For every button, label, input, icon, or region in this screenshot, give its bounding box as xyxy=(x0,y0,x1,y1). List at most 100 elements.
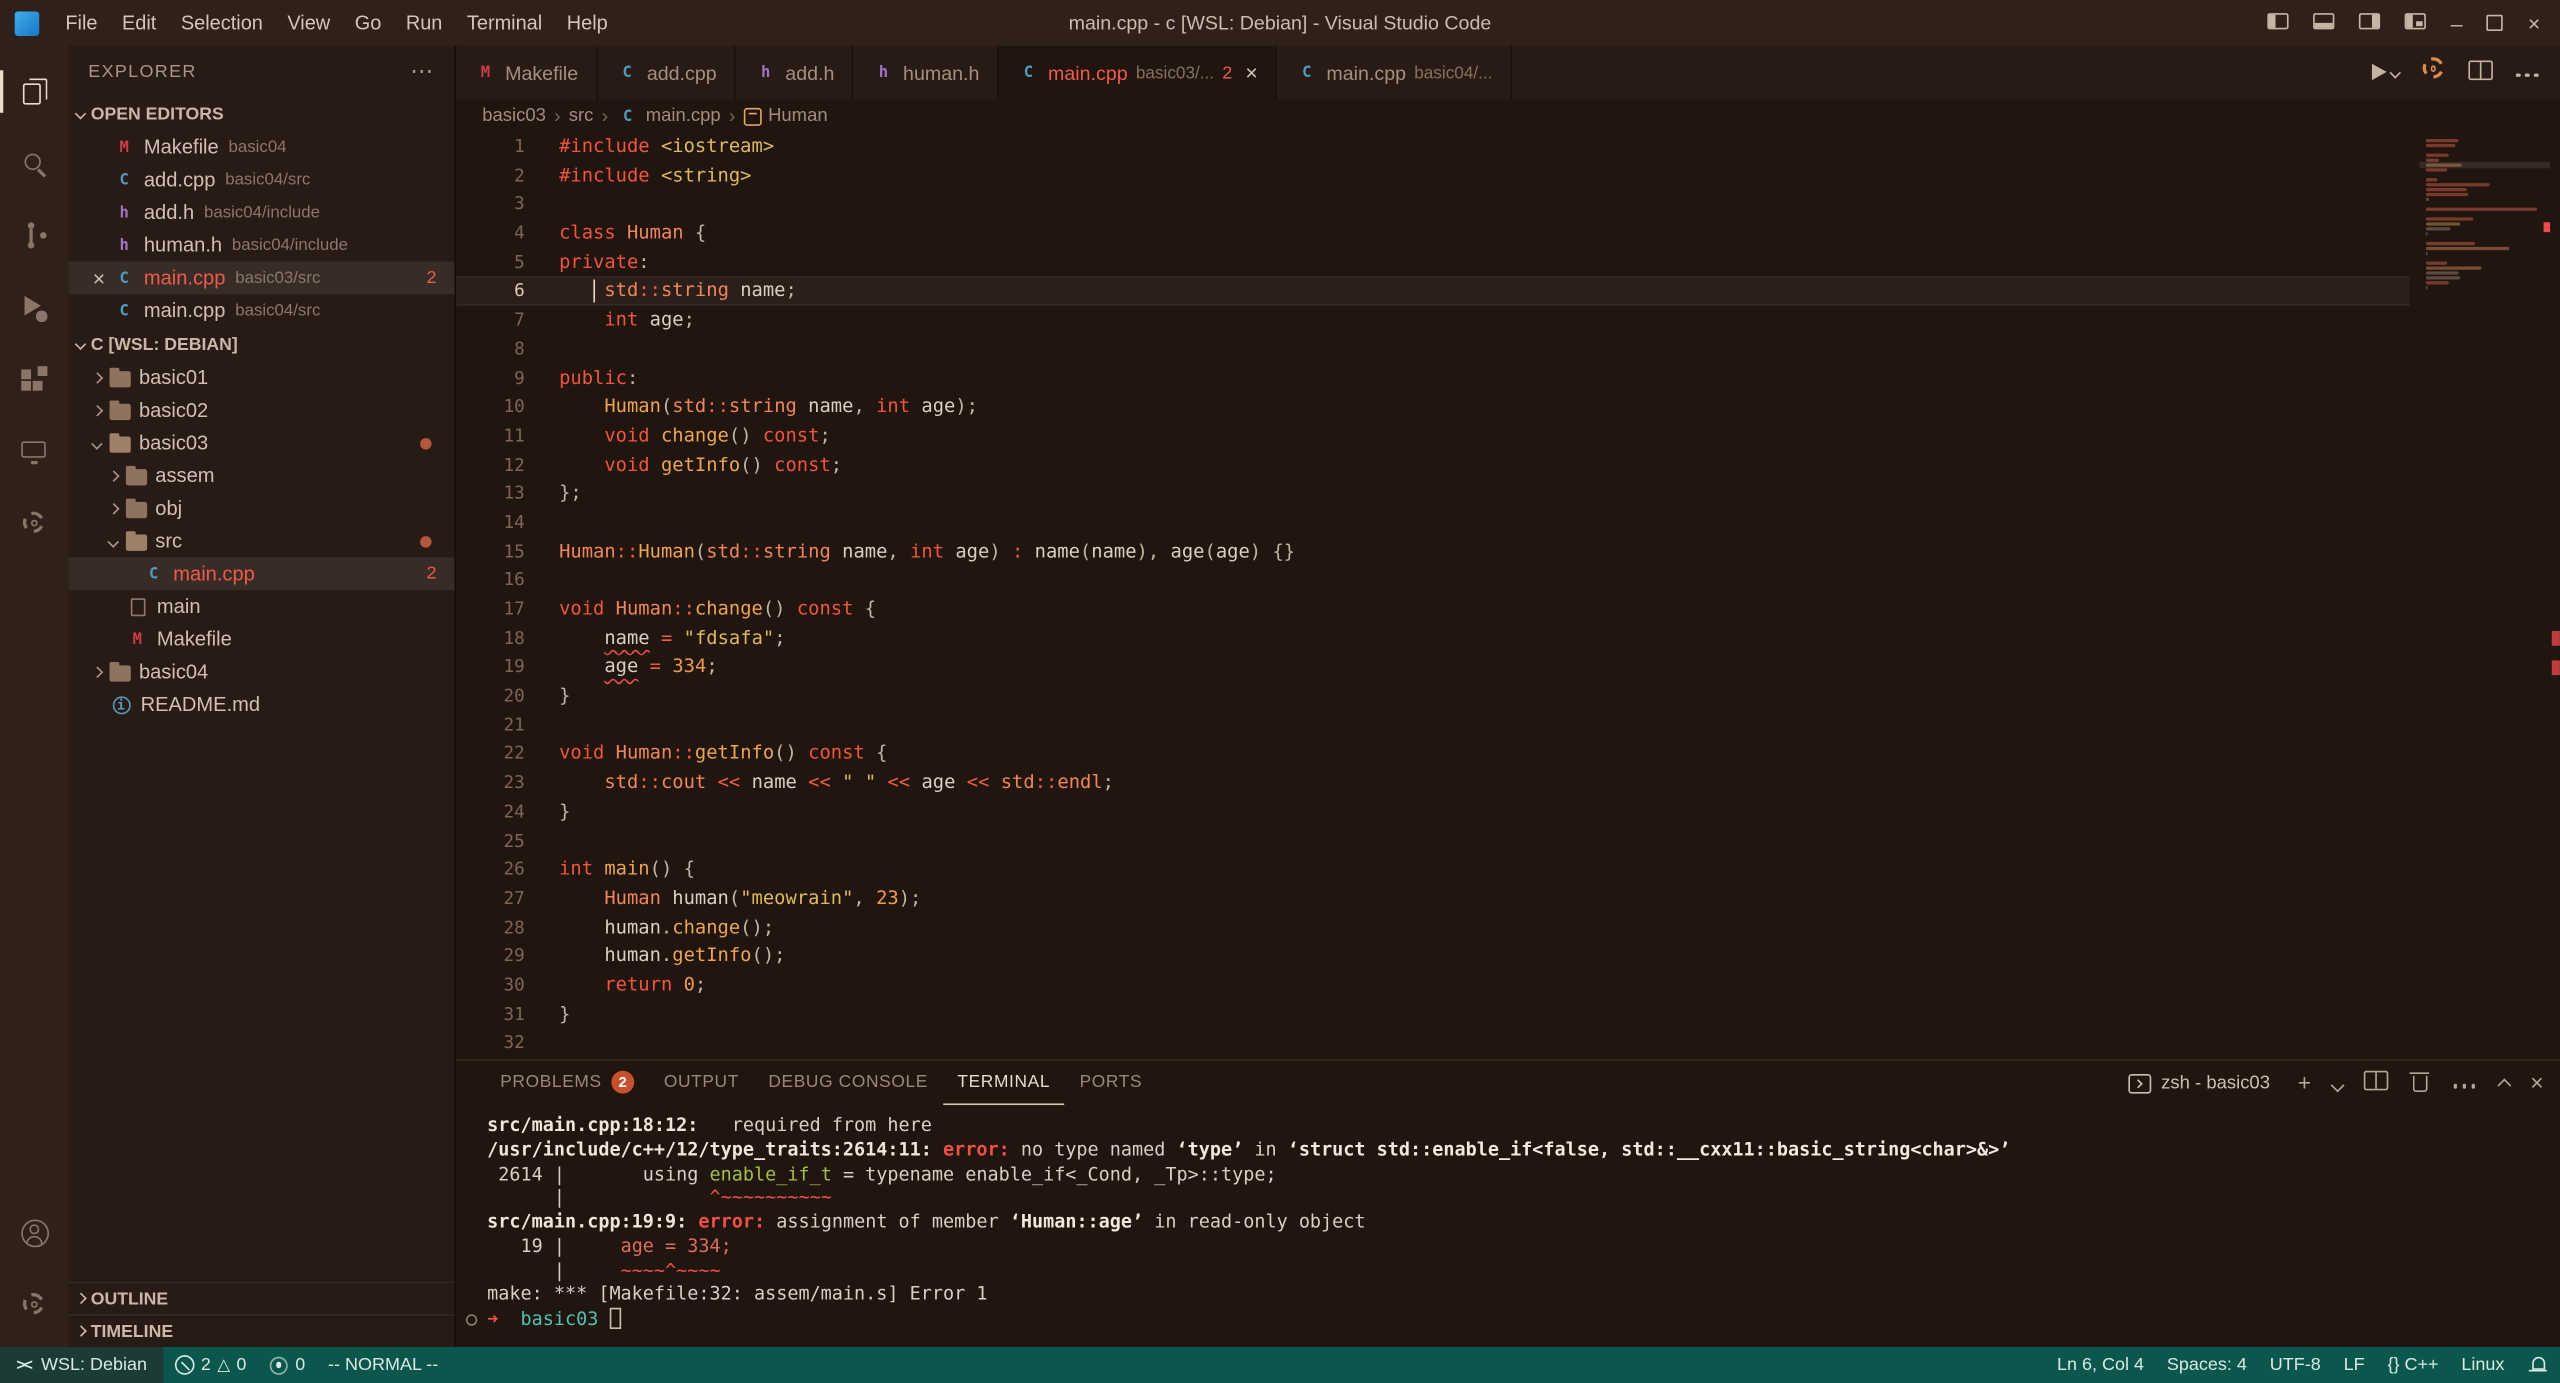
line-number[interactable]: 17 xyxy=(456,595,524,624)
tab-main-cpp[interactable]: Cmain.cpp basic04/... xyxy=(1277,45,1513,100)
ports-status[interactable]: 0 xyxy=(258,1347,317,1383)
line-number[interactable]: 9 xyxy=(456,364,525,393)
line-number[interactable]: 7 xyxy=(456,306,525,335)
tree-item-main[interactable]: main xyxy=(69,590,455,623)
close-editor-icon[interactable]: × xyxy=(85,266,113,291)
code-editor[interactable]: 1 #include <iostream> 2 #include <string> 3 4… xyxy=(456,132,2560,1060)
line-number[interactable]: 27 xyxy=(456,884,524,913)
line-number[interactable]: 14 xyxy=(456,508,524,537)
eol[interactable]: LF xyxy=(2332,1347,2376,1383)
code-line[interactable]: 7 int age; xyxy=(456,306,2409,335)
open-editor-item[interactable]: × Cmain.cpp basic03/src 2 xyxy=(68,261,455,295)
code-line[interactable]: 32 xyxy=(456,1029,2409,1058)
tab-add-h[interactable]: h add.h xyxy=(736,45,855,100)
line-number[interactable]: 12 xyxy=(456,450,524,479)
remote-indicator[interactable]: >< WSL: Debian xyxy=(0,1346,164,1383)
maximize-button[interactable] xyxy=(2487,12,2504,33)
code-line[interactable]: 28 human.change(); xyxy=(456,913,2409,942)
menu-run[interactable]: Run xyxy=(394,7,453,40)
menu-help[interactable]: Help xyxy=(555,7,619,40)
line-number[interactable]: 25 xyxy=(456,826,524,855)
workspace-header[interactable]: C [WSL: DEBIAN] xyxy=(69,327,455,361)
line-number[interactable]: 10 xyxy=(456,393,524,422)
line-number[interactable]: 6 xyxy=(456,277,525,306)
tree-item-basic01[interactable]: basic01 xyxy=(69,361,455,394)
action-terminal-more-actions[interactable] xyxy=(2452,1071,2478,1096)
line-number[interactable]: 2 xyxy=(456,161,525,190)
tree-item-main-cpp[interactable]: Cmain.cpp 2 xyxy=(68,557,455,591)
code-line[interactable]: 8 xyxy=(456,335,2409,364)
tree-item-basic04[interactable]: basic04 xyxy=(69,656,455,689)
action-editor-more-actions[interactable] xyxy=(2514,58,2540,87)
action-maximize-panel[interactable] xyxy=(2497,1071,2511,1096)
line-number[interactable]: 5 xyxy=(456,248,525,277)
toggle-layout-panel-button[interactable] xyxy=(2313,11,2335,34)
tab-human-h[interactable]: h human.h xyxy=(854,45,1000,100)
close-window-button[interactable]: × xyxy=(2528,12,2540,33)
open-editor-item[interactable]: Cadd.cpp basic04/src xyxy=(69,163,455,196)
panel-tab-ports[interactable]: PORTS xyxy=(1065,1061,1157,1105)
tree-item-basic02[interactable]: basic02 xyxy=(69,394,455,427)
code-line[interactable]: 5 private: xyxy=(456,248,2409,277)
activity-item-manage[interactable] xyxy=(0,1269,69,1341)
terminal[interactable]: src/main.cpp:18:12: required from here/u… xyxy=(456,1105,2560,1347)
code-line[interactable]: 25 xyxy=(456,826,2409,855)
line-number[interactable]: 30 xyxy=(456,971,524,1000)
activity-item-tools[interactable] xyxy=(0,487,69,559)
line-number[interactable]: 3 xyxy=(456,190,525,219)
line-number[interactable]: 32 xyxy=(456,1029,524,1058)
line-number[interactable]: 19 xyxy=(456,653,524,682)
line-number[interactable]: 11 xyxy=(456,422,524,451)
menu-go[interactable]: Go xyxy=(343,7,392,40)
cursor-position[interactable]: Ln 6, Col 4 xyxy=(2046,1347,2156,1383)
tree-item-obj[interactable]: obj xyxy=(69,492,455,525)
panel-tab-debug-console[interactable]: DEBUG CONSOLE xyxy=(754,1061,943,1105)
tree-item-basic03[interactable]: basic03 xyxy=(69,427,455,460)
menu-file[interactable]: File xyxy=(54,7,109,40)
activity-item-run-and-debug[interactable] xyxy=(0,271,69,343)
menu-selection[interactable]: Selection xyxy=(169,7,274,40)
code-line[interactable]: 15 Human::Human(std::string name, int age… xyxy=(456,537,2409,566)
code-line[interactable]: 26 int main() { xyxy=(456,855,2409,884)
menu-view[interactable]: View xyxy=(276,7,342,40)
line-number[interactable]: 16 xyxy=(456,566,524,595)
action-cpp-build-config[interactable] xyxy=(2419,55,2447,91)
line-number[interactable]: 29 xyxy=(456,942,524,971)
tree-item-makefile[interactable]: M Makefile xyxy=(69,623,455,656)
line-number[interactable]: 8 xyxy=(456,335,525,364)
toggle-layout-custom-button[interactable] xyxy=(2404,11,2427,34)
code-line[interactable]: 22 void Human::getInfo() const { xyxy=(456,740,2409,769)
outline-section[interactable]: OUTLINE xyxy=(68,1281,455,1315)
line-number[interactable]: 13 xyxy=(456,479,524,508)
code-line[interactable]: 11 void change() const; xyxy=(456,422,2409,451)
action-run-cpp-file[interactable] xyxy=(2368,61,2400,84)
action-terminal-picker[interactable] xyxy=(2330,1071,2345,1096)
menu-edit[interactable]: Edit xyxy=(111,7,168,40)
notifications-bell[interactable] xyxy=(2516,1347,2560,1383)
code-line[interactable]: 24} xyxy=(456,797,2409,826)
code-line[interactable]: 6 std::string name; xyxy=(456,276,2410,306)
minimize-button[interactable]: – xyxy=(2451,12,2463,33)
line-number[interactable]: 1 xyxy=(456,132,525,161)
line-number[interactable]: 26 xyxy=(456,855,524,884)
line-number[interactable]: 23 xyxy=(456,769,524,798)
line-number[interactable]: 20 xyxy=(456,682,524,711)
timeline-section[interactable]: TIMELINE xyxy=(68,1314,455,1347)
activity-item-source-control[interactable] xyxy=(0,199,69,271)
tab-main-cpp[interactable]: Cmain.cpp basic03/... 2 × xyxy=(999,45,1278,100)
code-line[interactable]: 19 age = 334; xyxy=(456,653,2409,682)
line-number[interactable]: 18 xyxy=(456,624,524,653)
panel-tab-terminal[interactable]: TERMINAL xyxy=(942,1061,1065,1106)
breadcrumb-item-human[interactable]: Human xyxy=(743,106,828,126)
code-line[interactable]: 29 human.getInfo(); xyxy=(456,942,2409,971)
code-line[interactable]: 2 #include <string> xyxy=(456,161,2409,190)
breadcrumb-item-basic03[interactable]: basic03 xyxy=(482,106,546,126)
open-editor-item[interactable]: h human.h basic04/include xyxy=(69,229,455,262)
encoding[interactable]: UTF-8 xyxy=(2258,1347,2332,1383)
close-tab-icon[interactable]: × xyxy=(1245,60,1257,85)
code-line[interactable]: 23 std::cout << name << " " << age << st… xyxy=(456,769,2409,798)
tree-item-src[interactable]: src xyxy=(69,525,455,558)
toggle-layout-sidebar-left-button[interactable] xyxy=(2267,11,2289,34)
vim-mode-indicator[interactable]: -- NORMAL -- xyxy=(317,1347,450,1383)
indentation[interactable]: Spaces: 4 xyxy=(2155,1347,2258,1383)
